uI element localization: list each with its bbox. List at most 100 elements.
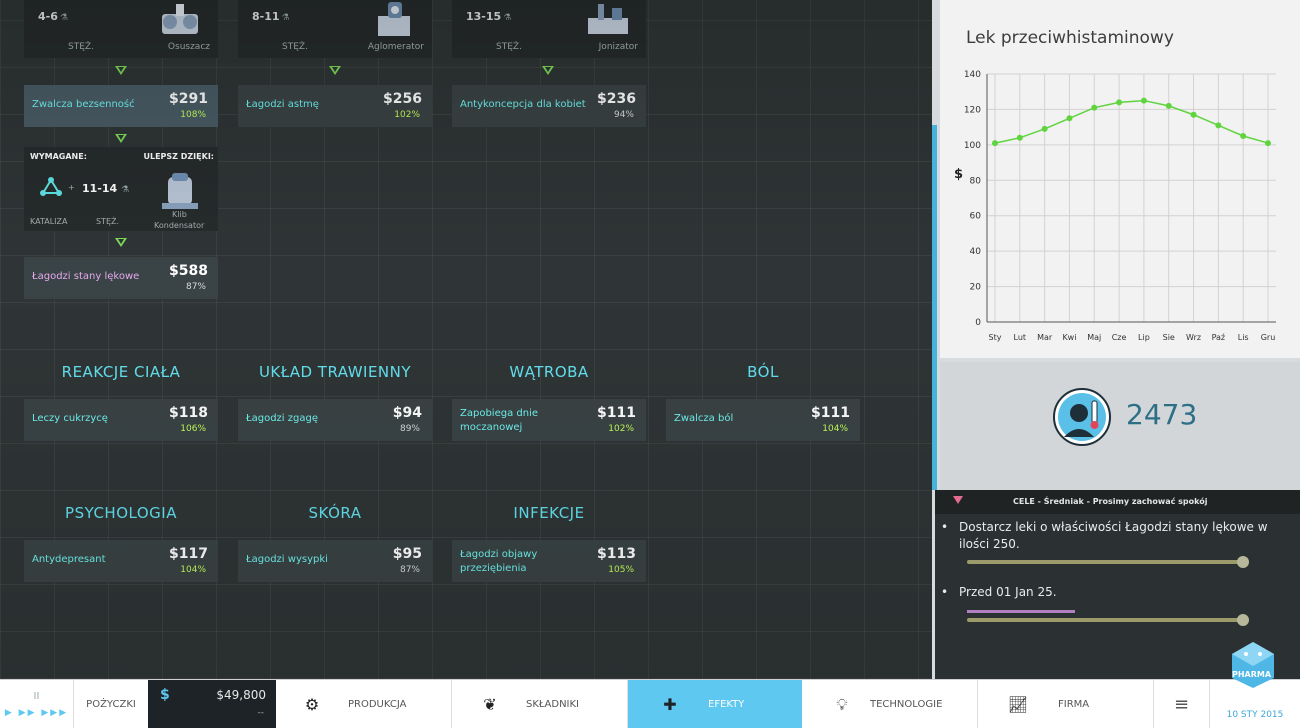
effect-name: Łagodzi objawy przeziębienia <box>460 549 538 574</box>
y-tick-label: 60 <box>970 212 982 222</box>
goal-progress-knob <box>1237 614 1249 626</box>
catalysis-icon <box>40 177 62 196</box>
speed-controls: II ▶ ▶▶ ▶▶▶ <box>0 680 74 728</box>
x-tick-label: Paź <box>1212 333 1226 342</box>
x-tick-label: Lut <box>1014 333 1027 342</box>
chart-icon: 📈︎ <box>1007 695 1029 714</box>
machine-range: 13-15 ⚗ <box>466 10 512 23</box>
effect-card-asthma[interactable]: Łagodzi astmę $256 102% <box>238 85 432 127</box>
effect-card-heartburn[interactable]: Łagodzi zgagę $94 89% <box>238 399 432 441</box>
effect-percent: 108% <box>180 110 206 120</box>
category-title: SKÓRA <box>308 504 362 522</box>
effect-percent: 104% <box>180 565 206 575</box>
required-range: 11-14 ⚗ <box>82 182 130 195</box>
x-tick-label: Sie <box>1163 333 1175 342</box>
effect-card-diabetes[interactable]: Leczy cukrzycę $118 106% <box>24 399 218 441</box>
goal-progress-bar <box>967 560 1245 564</box>
game-logo: PHARMA <box>1228 640 1278 700</box>
category-title: BÓL <box>747 363 779 381</box>
money-display: $ $49,800 -- <box>148 680 276 728</box>
y-tick-label: 100 <box>964 141 981 151</box>
effect-name: Łagodzi stany lękowe <box>32 271 140 282</box>
effect-percent: 87% <box>399 565 420 575</box>
effect-card-rash[interactable]: Łagodzi wysypki $95 87% <box>238 540 432 582</box>
effect-percent: 94% <box>613 110 634 120</box>
pause-button[interactable]: II <box>34 691 40 702</box>
y-tick-label: 40 <box>970 247 982 257</box>
effect-card-contraception[interactable]: Antykoncepcja dla kobiet $236 94% <box>452 85 646 127</box>
effect-name: Łagodzi wysypki <box>246 554 328 565</box>
effect-price: $95 <box>392 546 422 562</box>
patient-count: 2473 <box>1126 398 1198 431</box>
data-point <box>1215 122 1222 129</box>
effect-price: $256 <box>383 91 422 107</box>
plus-sign: + <box>68 183 75 192</box>
patient-temperature-icon <box>1053 388 1111 446</box>
money-value: $49,800 <box>216 688 266 702</box>
money-change: -- <box>257 708 265 718</box>
machine-card-dryer[interactable]: 4-6 ⚗ STĘŻ. Osuszacz <box>24 0 218 58</box>
loans-button[interactable]: POŻYCZKI <box>74 680 148 728</box>
effect-price: $117 <box>169 546 208 562</box>
machine-card-agglomerator[interactable]: 8-11 ⚗ STĘŻ. Aglomerator <box>238 0 432 58</box>
collapse-icon[interactable] <box>953 496 963 504</box>
requirement-box: WYMAGANE: ULEPSZ DZIĘKI: + 11-14 ⚗ KATAL… <box>24 147 218 231</box>
effect-price: $236 <box>597 91 636 107</box>
x-tick-label: Wrz <box>1186 333 1201 342</box>
category-title: REAKCJE CIAŁA <box>61 363 181 381</box>
effect-percent: 104% <box>822 424 848 434</box>
effect-card-anxiety[interactable]: Łagodzi stany lękowe $588 87% <box>24 257 218 299</box>
menu-button[interactable]: ≡ <box>1154 680 1210 728</box>
upgrade-label: ULEPSZ DZIĘKI: <box>143 152 214 161</box>
category-title: INFEKCJE <box>513 504 585 522</box>
lightbulb-icon: 💡︎ <box>836 694 848 714</box>
goal-item: • Dostarcz leki o właściwości Łagodzi st… <box>941 520 1268 551</box>
goal-item: • Przed 01 Jan 25. <box>941 585 1057 599</box>
data-point <box>1240 133 1247 139</box>
price-chart: 0 20 40 60 80 100 120 140 Sty Lut Mar Kwi Maj Cze Lip S… <box>954 70 1276 342</box>
y-tick-label: 0 <box>975 318 981 328</box>
machine-card-ionizer[interactable]: 13-15 ⚗ STĘŻ. Jonizator <box>452 0 646 58</box>
effect-percent: 106% <box>180 424 206 434</box>
machine-conc-label: STĘŻ. <box>496 42 522 52</box>
tab-technologies[interactable]: 💡︎ TECHNOLOGIE <box>802 680 978 728</box>
tab-effects[interactable]: ✚ EFEKTY <box>628 680 802 728</box>
y-tick-label: 120 <box>964 105 981 115</box>
tab-company[interactable]: 📈︎ FIRMA <box>978 680 1154 728</box>
ionizer-machine-icon <box>588 4 628 34</box>
effect-percent: 102% <box>394 110 420 120</box>
machine-conc-label: STĘŻ. <box>282 42 308 52</box>
speed-buttons[interactable]: ▶ ▶▶ ▶▶▶ <box>5 708 68 718</box>
machine-range: 4-6 ⚗ <box>38 10 68 23</box>
effect-card-cold[interactable]: Łagodzi objawy przeziębienia $113 105% <box>452 540 646 582</box>
machine-prefix: Klib <box>172 210 187 219</box>
price-chart-panel: Lek przeciwhistaminowy 0 20 40 60 80 100 120 14… <box>940 0 1300 358</box>
y-tick-label: 80 <box>970 176 982 186</box>
x-tick-label: Lis <box>1238 333 1249 342</box>
data-point <box>1016 134 1023 141</box>
data-point <box>1190 111 1197 118</box>
x-tick-label: Sty <box>989 333 1002 342</box>
flow-arrow-icon <box>542 66 554 75</box>
effect-card-insomnia[interactable]: Zwalcza bezsenność $291 108% <box>24 85 218 127</box>
dryer-machine-icon <box>162 4 198 34</box>
effect-name: Łagodzi zgagę <box>246 413 318 424</box>
stat-area: 2473 <box>940 362 1300 492</box>
effect-card-pain[interactable]: Zwalcza ból $111 104% <box>666 399 860 441</box>
goals-header[interactable]: CELE - Średniak - Prosimy zachować spokó… <box>935 490 1300 514</box>
tab-ingredients[interactable]: ❦ SKŁADNIKI <box>452 680 628 728</box>
effect-card-gout[interactable]: Zapobiega dnie moczanowej $111 102% <box>452 399 646 441</box>
effect-price: $118 <box>169 405 208 421</box>
machine-name: Osuszacz <box>167 42 210 52</box>
dollar-icon: $ <box>160 687 170 703</box>
data-point <box>1165 102 1172 109</box>
effect-price: $113 <box>597 546 636 562</box>
goal-progress-knob <box>1237 556 1249 568</box>
machine-range: 8-11 ⚗ <box>252 10 290 23</box>
effect-price: $94 <box>392 405 422 421</box>
tab-production[interactable]: ⚙ PRODUKCJA <box>276 680 452 728</box>
flow-arrow-icon <box>115 66 127 75</box>
pharma-logo-icon <box>1232 642 1274 688</box>
effect-card-antidepressant[interactable]: Antydepresant $117 104% <box>24 540 218 582</box>
flow-arrow-icon <box>329 66 341 75</box>
